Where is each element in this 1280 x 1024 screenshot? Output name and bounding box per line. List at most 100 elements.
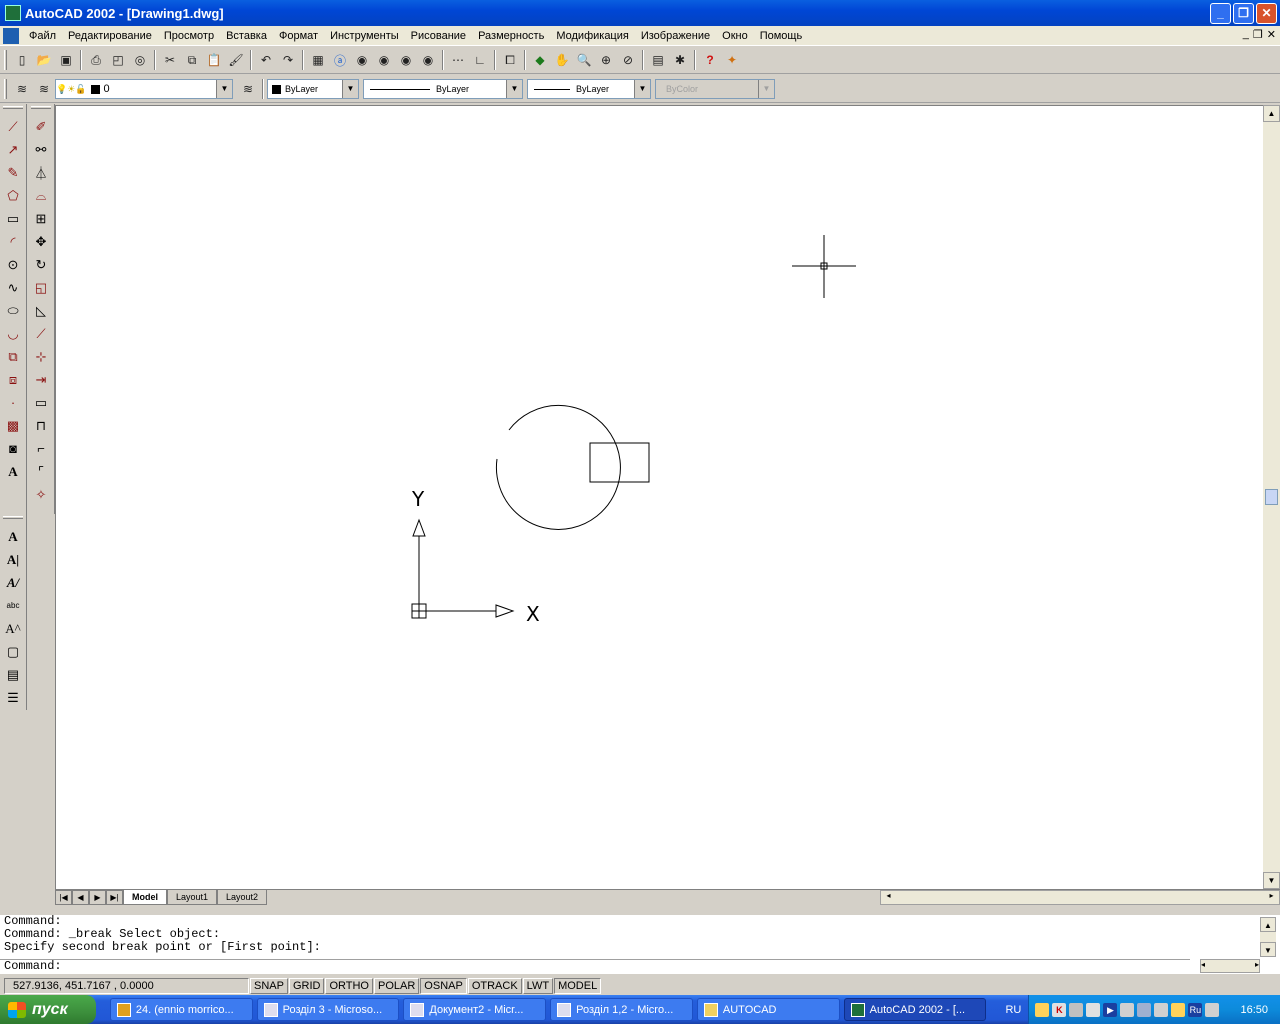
break-at-point-icon[interactable]: ⊓ (30, 414, 52, 437)
3d-orbit-icon[interactable]: ◆ (529, 49, 551, 71)
undo-icon[interactable]: ↶ (255, 49, 277, 71)
chevron-down-icon[interactable]: ▼ (506, 80, 522, 98)
model-toggle[interactable]: MODEL (554, 978, 602, 994)
doc-restore-button[interactable]: ❐ (1253, 28, 1263, 41)
tray-network-icon[interactable] (1069, 1002, 1084, 1017)
print-icon[interactable]: ⎙ (85, 49, 107, 71)
tray-media-icon[interactable]: ▶ (1103, 1002, 1118, 1017)
match-properties-icon[interactable]: 🖌 (225, 49, 247, 71)
multiline-text-icon[interactable]: A (2, 460, 24, 483)
polar-toggle[interactable]: POLAR (374, 978, 420, 994)
scroll-right-button[interactable]: ▸ (1264, 891, 1279, 904)
construction-line-icon[interactable]: ↗ (2, 138, 24, 161)
menu-edit[interactable]: Редактирование (62, 30, 158, 42)
broken-circle-arc[interactable] (495, 404, 621, 530)
insert-block-icon[interactable]: ⧉ (2, 345, 24, 368)
autocad-app-icon[interactable] (5, 5, 21, 21)
tab-layout2[interactable]: Layout2 (217, 890, 268, 905)
offset-icon[interactable]: ⌓ (30, 184, 52, 207)
taskbar-item-winamp[interactable]: 24. (ennio morrico... (109, 998, 253, 1021)
grid-toggle[interactable]: GRID (288, 978, 325, 994)
ellipse-icon[interactable]: ⬭ (2, 299, 24, 322)
array-icon[interactable]: ⊞ (30, 207, 52, 230)
make-layer-current-icon[interactable]: ≋ (33, 78, 55, 100)
single-line-text-icon[interactable]: A| (2, 548, 24, 571)
arc-icon[interactable]: ◜ (2, 230, 24, 253)
menu-file[interactable]: Файл (23, 30, 62, 42)
web2-icon[interactable]: ◉ (373, 49, 395, 71)
meet-now-icon[interactable]: ✦ (721, 49, 743, 71)
color-dropdown[interactable]: ByLayer ▼ (267, 79, 359, 99)
web3-icon[interactable]: ◉ (395, 49, 417, 71)
lengthen-icon[interactable]: ⟋ (30, 322, 52, 345)
trim-icon[interactable]: ⊹ (30, 345, 52, 368)
region-icon[interactable]: ◙ (2, 437, 24, 460)
menu-image[interactable]: Изображение (635, 30, 716, 42)
menu-modify[interactable]: Модификация (550, 30, 635, 42)
menu-view[interactable]: Просмотр (158, 30, 220, 42)
find-replace-icon[interactable]: abc (2, 594, 24, 617)
close-button[interactable]: ✕ (1256, 3, 1277, 24)
next-tab-button[interactable]: ▶ (89, 890, 106, 905)
chevron-down-icon[interactable]: ▼ (634, 80, 650, 98)
taskbar-item-folder[interactable]: AUTOCAD (696, 998, 840, 1021)
otrack-toggle[interactable]: OTRACK (467, 978, 522, 994)
drawing-canvas[interactable]: Y X (55, 105, 1263, 889)
rectangle-icon[interactable]: ▭ (2, 207, 24, 230)
first-tab-button[interactable]: |◀ (55, 890, 72, 905)
scroll-left-button[interactable]: ◂ (881, 891, 896, 904)
menu-window[interactable]: Окно (716, 30, 754, 42)
taskbar-item-word3[interactable]: Розділ 1,2 - Micro... (550, 998, 693, 1021)
polyline-icon[interactable]: ✎ (2, 161, 24, 184)
move-icon[interactable]: ✥ (30, 230, 52, 253)
command-scroll-up[interactable]: ▲ (1260, 917, 1276, 932)
osnap-toggle[interactable]: OSNAP (420, 978, 467, 994)
zoom-window-icon[interactable]: ⊕ (595, 49, 617, 71)
lineweight-dropdown[interactable]: ByLayer ▼ (527, 79, 651, 99)
hatch-icon[interactable]: ▩ (2, 414, 24, 437)
circle-icon[interactable]: ⊙ (2, 253, 24, 276)
open-icon[interactable]: 📂 (33, 49, 55, 71)
command-scrollbar[interactable]: ▲ ▼ (1260, 917, 1276, 957)
command-scroll-down[interactable]: ▼ (1260, 942, 1276, 957)
menu-draw[interactable]: Рисование (405, 30, 472, 42)
doc-minimize-button[interactable]: _ (1243, 28, 1249, 41)
command-scroll-left[interactable]: ◂ (1201, 960, 1205, 972)
stretch-icon[interactable]: ◺ (30, 299, 52, 322)
cut-icon[interactable]: ✂ (159, 49, 181, 71)
tray-display-icon[interactable] (1086, 1002, 1101, 1017)
tray-usb-icon[interactable] (1154, 1002, 1169, 1017)
layer-manager-icon[interactable]: ≋ (11, 78, 33, 100)
toolbar-grip[interactable] (4, 50, 7, 70)
layer-previous-icon[interactable]: ≋ (237, 78, 259, 100)
lwt-toggle[interactable]: LWT (522, 978, 554, 994)
paste-icon[interactable]: 📋 (203, 49, 225, 71)
scroll-down-button[interactable]: ▼ (1263, 872, 1280, 889)
edit-text-icon[interactable]: A/ (2, 571, 24, 594)
scale-text-icon[interactable]: ▢ (2, 640, 24, 663)
justify-text-icon[interactable]: ▤ (2, 663, 24, 686)
line-icon[interactable]: ⟋ (2, 115, 24, 138)
linetype-dropdown[interactable]: ByLayer ▼ (363, 79, 523, 99)
convert-distance-icon[interactable]: ☰ (2, 686, 24, 709)
spline-icon[interactable]: ∿ (2, 276, 24, 299)
taskbar-item-word1[interactable]: Розділ 3 - Microso... (256, 998, 400, 1021)
copy-icon[interactable]: ⧉ (181, 49, 203, 71)
ortho-toggle[interactable]: ORTHO (325, 978, 373, 994)
menu-insert[interactable]: Вставка (220, 30, 273, 42)
make-block-icon[interactable]: ⧈ (2, 368, 24, 391)
menu-format[interactable]: Формат (273, 30, 324, 42)
taskbar-item-autocad[interactable]: AutoCAD 2002 - [... (843, 998, 987, 1021)
web-icon[interactable]: ◉ (351, 49, 373, 71)
tray-speaker-icon[interactable] (1205, 1002, 1220, 1017)
start-button[interactable]: пуск (0, 995, 96, 1024)
scroll-up-button[interactable]: ▲ (1263, 105, 1280, 122)
language-indicator[interactable]: RU (998, 1004, 1028, 1016)
publish-icon[interactable]: ◎ (129, 49, 151, 71)
chevron-down-icon[interactable]: ▼ (342, 80, 358, 98)
taskbar-item-word2[interactable]: Документ2 - Micr... (403, 998, 547, 1021)
horizontal-scrollbar[interactable]: ◂ ▸ (880, 890, 1280, 905)
doc-close-button[interactable]: ✕ (1267, 28, 1276, 41)
last-tab-button[interactable]: ▶| (106, 890, 123, 905)
web4-icon[interactable]: ◉ (417, 49, 439, 71)
